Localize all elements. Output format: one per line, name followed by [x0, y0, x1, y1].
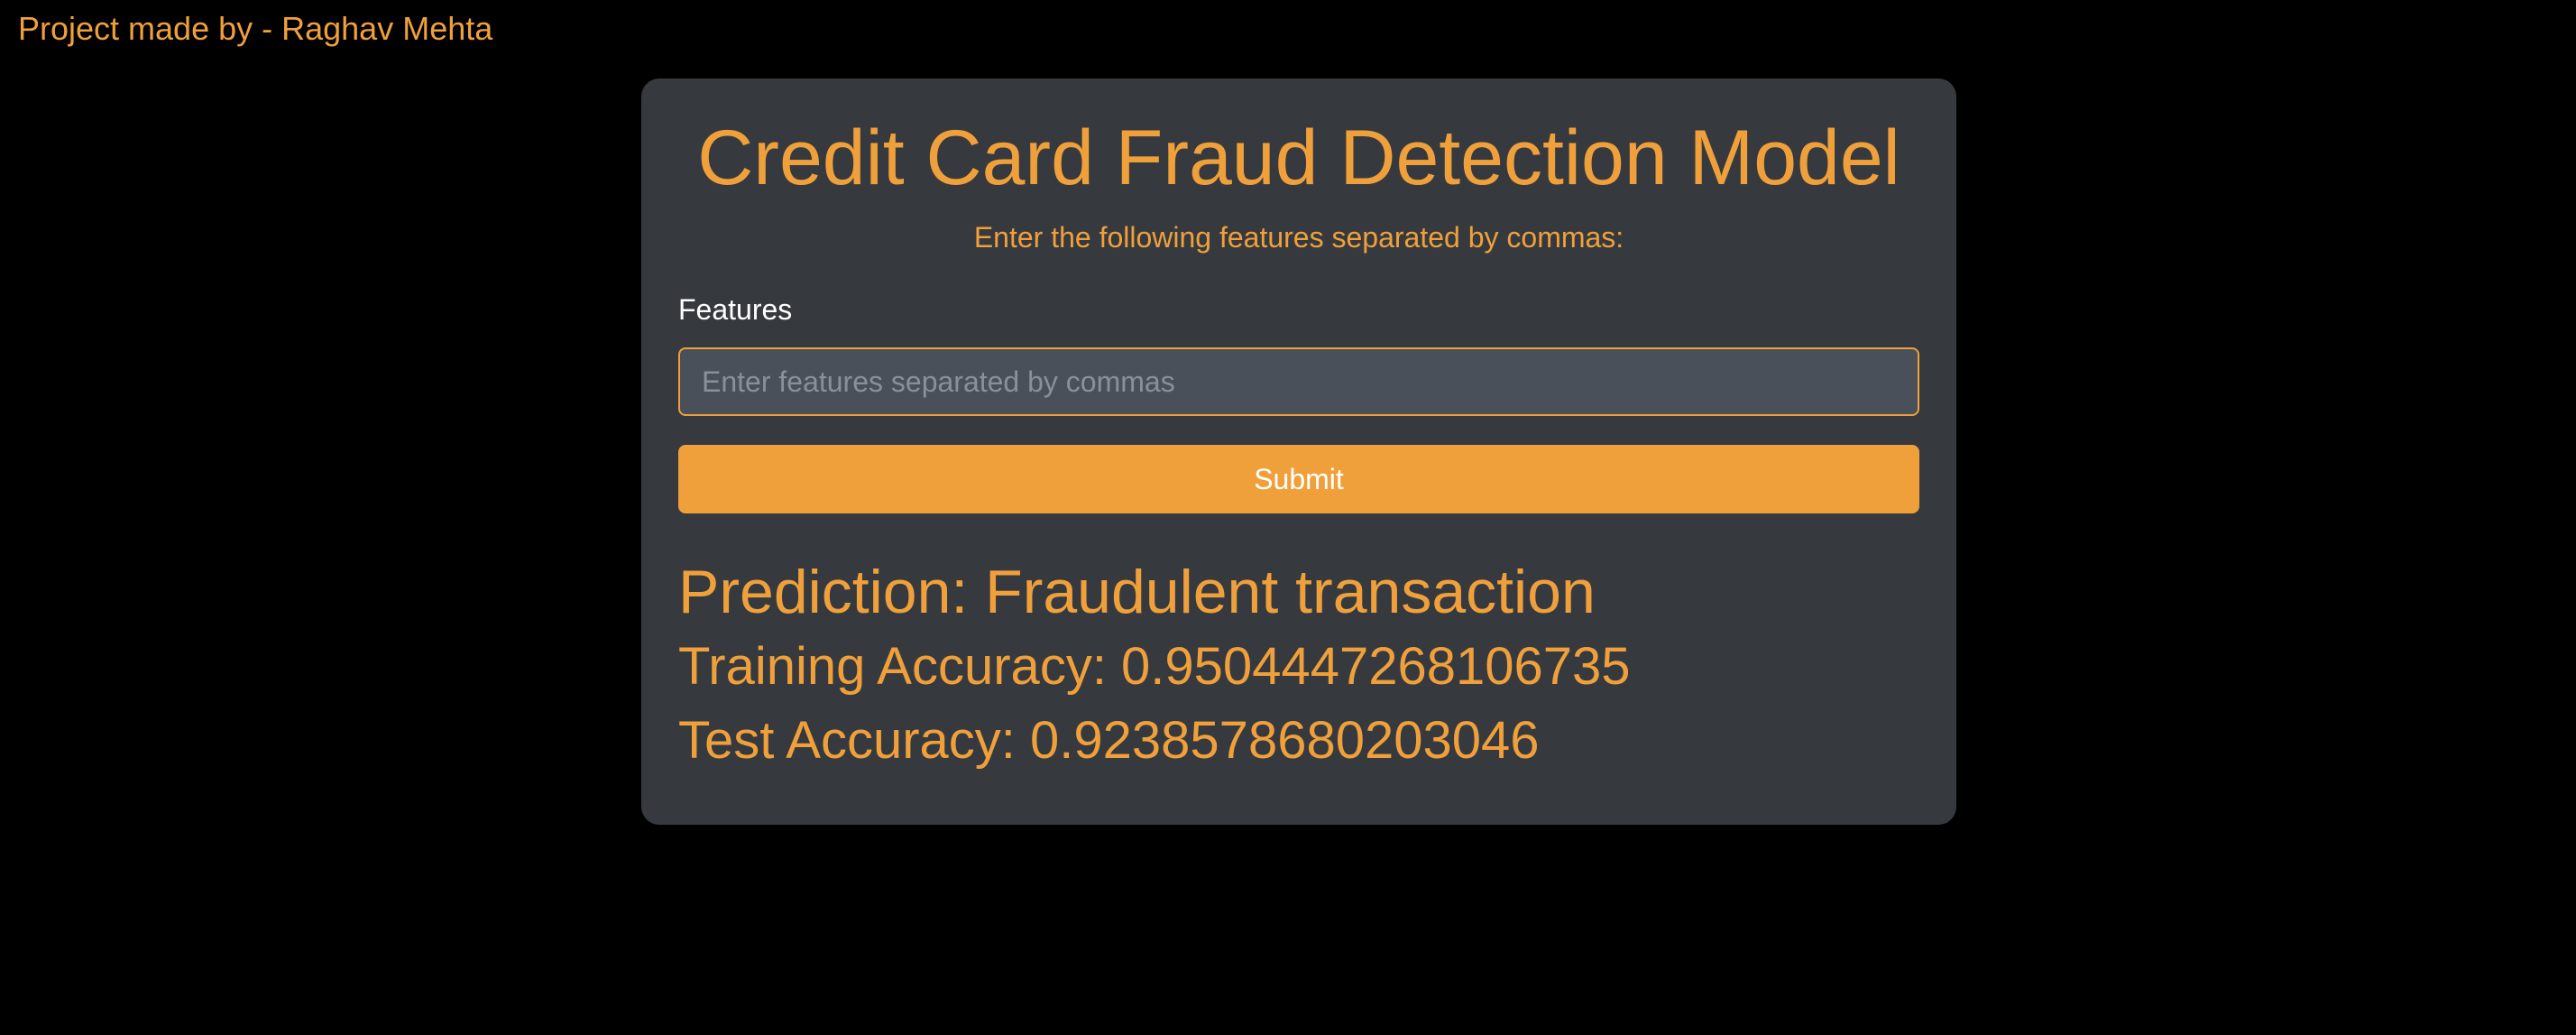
fraud-detection-card: Credit Card Fraud Detection Model Enter … — [641, 79, 1956, 825]
author-credit: Project made by - Raghav Mehta — [18, 10, 493, 47]
training-accuracy: Training Accuracy: 0.9504447268106735 — [678, 637, 1631, 696]
test-accuracy: Test Accuracy: 0.9238578680203046 — [678, 711, 1540, 770]
prediction-result: Prediction: Fraudulent transaction — [678, 558, 1596, 626]
submit-button[interactable]: Submit — [678, 445, 1919, 513]
page-title: Credit Card Fraud Detection Model — [697, 115, 1900, 201]
features-input[interactable] — [678, 347, 1919, 416]
instructions-text: Enter the following features separated b… — [973, 221, 1624, 254]
features-label: Features — [678, 293, 793, 326]
